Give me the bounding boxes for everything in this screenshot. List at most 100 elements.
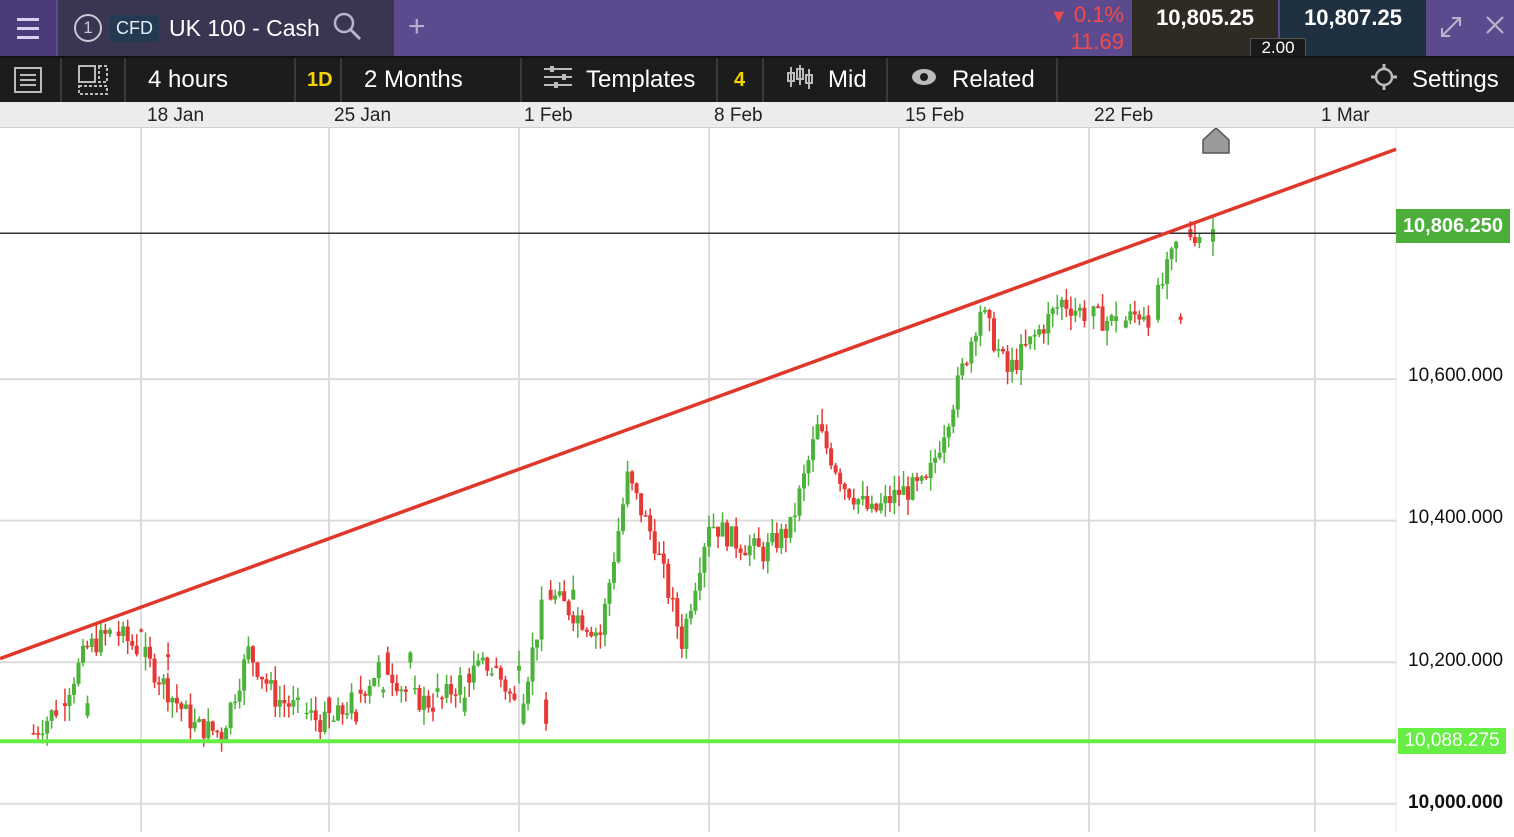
candle-body: [1028, 336, 1033, 345]
candle-body: [134, 645, 139, 655]
candle-body: [833, 465, 838, 473]
candle-body: [394, 682, 399, 692]
candle-body: [652, 531, 657, 554]
candle-body: [960, 363, 965, 376]
hamburger-menu-icon[interactable]: [0, 0, 56, 56]
toolbar-divider: [716, 58, 718, 102]
candle-body: [197, 719, 202, 723]
candle-body: [372, 678, 377, 686]
candle-body: [431, 707, 436, 712]
candle-body: [210, 721, 215, 731]
templates-button[interactable]: Templates: [542, 58, 695, 102]
indicator-count-badge[interactable]: 4: [734, 58, 745, 102]
candle-body: [381, 689, 386, 693]
instrument-tab[interactable]: 1 CFD UK 100 - Cash: [58, 0, 394, 56]
candle-body: [98, 629, 103, 653]
candle-body: [157, 682, 162, 685]
price-type-button[interactable]: Mid: [786, 58, 867, 102]
related-button[interactable]: Related: [910, 58, 1035, 102]
candle-body: [408, 652, 413, 663]
add-tab-button[interactable]: +: [408, 10, 426, 44]
candle-body: [76, 662, 81, 684]
candle-body: [593, 632, 598, 637]
candle-body: [1077, 307, 1082, 311]
x-tick-label: 18 Jan: [147, 105, 205, 126]
search-icon[interactable]: [332, 11, 362, 46]
price-chart[interactable]: 10,600.000 10,400.000 10,200.000 10,000.…: [0, 126, 1514, 832]
chart-canvas[interactable]: [0, 128, 1514, 832]
candle-body: [611, 561, 616, 583]
candle-body: [349, 692, 354, 714]
candle-body: [62, 703, 67, 707]
candle-body: [322, 711, 327, 732]
candle-body: [539, 599, 544, 640]
candle-body: [933, 457, 938, 463]
candle-body: [313, 710, 318, 721]
candle-body: [1156, 284, 1161, 320]
candle-body: [1165, 259, 1170, 285]
close-icon[interactable]: [1484, 14, 1506, 41]
settings-button[interactable]: Settings: [1370, 58, 1499, 102]
candle-body: [901, 486, 906, 495]
expand-icon[interactable]: [1438, 14, 1464, 45]
candle-body: [166, 654, 171, 658]
change-percent: 0.1%: [1073, 2, 1124, 27]
candle-body: [634, 483, 639, 494]
candle-body: [170, 697, 175, 703]
candle-body: [1132, 311, 1137, 315]
candle-body: [589, 631, 594, 637]
candle-body: [598, 632, 603, 635]
candle-body: [752, 538, 757, 546]
candle-body: [54, 710, 59, 716]
candle-body: [1160, 284, 1165, 286]
gear-icon: [1370, 63, 1398, 98]
range-short-badge[interactable]: 1D: [307, 58, 333, 102]
candle-body: [192, 722, 197, 729]
candle-body: [526, 681, 531, 704]
range-selector[interactable]: 2 Months: [364, 58, 463, 102]
candle-body: [1032, 334, 1037, 337]
candle-body: [910, 477, 915, 500]
candle-body: [1046, 314, 1051, 334]
price-type-label: Mid: [828, 66, 867, 93]
candle-body: [139, 629, 144, 632]
candle-body: [476, 660, 481, 666]
candle-body: [264, 679, 269, 684]
candle-body: [548, 589, 553, 600]
candle-body: [103, 629, 108, 634]
candle-body: [842, 483, 847, 490]
candle-body: [421, 695, 426, 710]
candle-body: [1082, 307, 1087, 322]
interval-selector[interactable]: 4 hours: [148, 58, 228, 102]
candle-body: [707, 526, 711, 547]
candle-body: [716, 526, 721, 537]
candle-body: [107, 629, 112, 634]
candle-body: [327, 697, 332, 714]
toolbar-divider: [294, 58, 296, 102]
candle-body: [367, 685, 372, 696]
candle-body: [259, 676, 264, 680]
x-tick-label: 22 Feb: [1094, 105, 1154, 126]
change-points: 11.69: [1070, 29, 1124, 54]
candle-body: [996, 348, 1001, 351]
candle-body: [734, 526, 739, 549]
candle-body: [1109, 315, 1114, 321]
related-label: Related: [952, 66, 1035, 93]
candle-body: [148, 646, 153, 659]
candle-body: [679, 626, 684, 649]
candle-body: [535, 639, 540, 648]
candle-body: [774, 533, 779, 548]
candle-body: [851, 497, 856, 505]
candle-body: [242, 659, 247, 691]
support-level-label: 10,088.275: [1398, 728, 1506, 754]
candle-body: [516, 665, 521, 671]
home-marker-icon[interactable]: [1202, 126, 1230, 159]
candle-body: [1128, 311, 1133, 321]
candle-body: [824, 431, 829, 449]
list-view-icon[interactable]: [14, 58, 42, 102]
candle-body: [489, 673, 494, 676]
layout-grid-icon[interactable]: [78, 58, 108, 102]
candle-body: [255, 662, 260, 677]
candle-body: [471, 665, 476, 683]
candle-body: [906, 486, 911, 500]
